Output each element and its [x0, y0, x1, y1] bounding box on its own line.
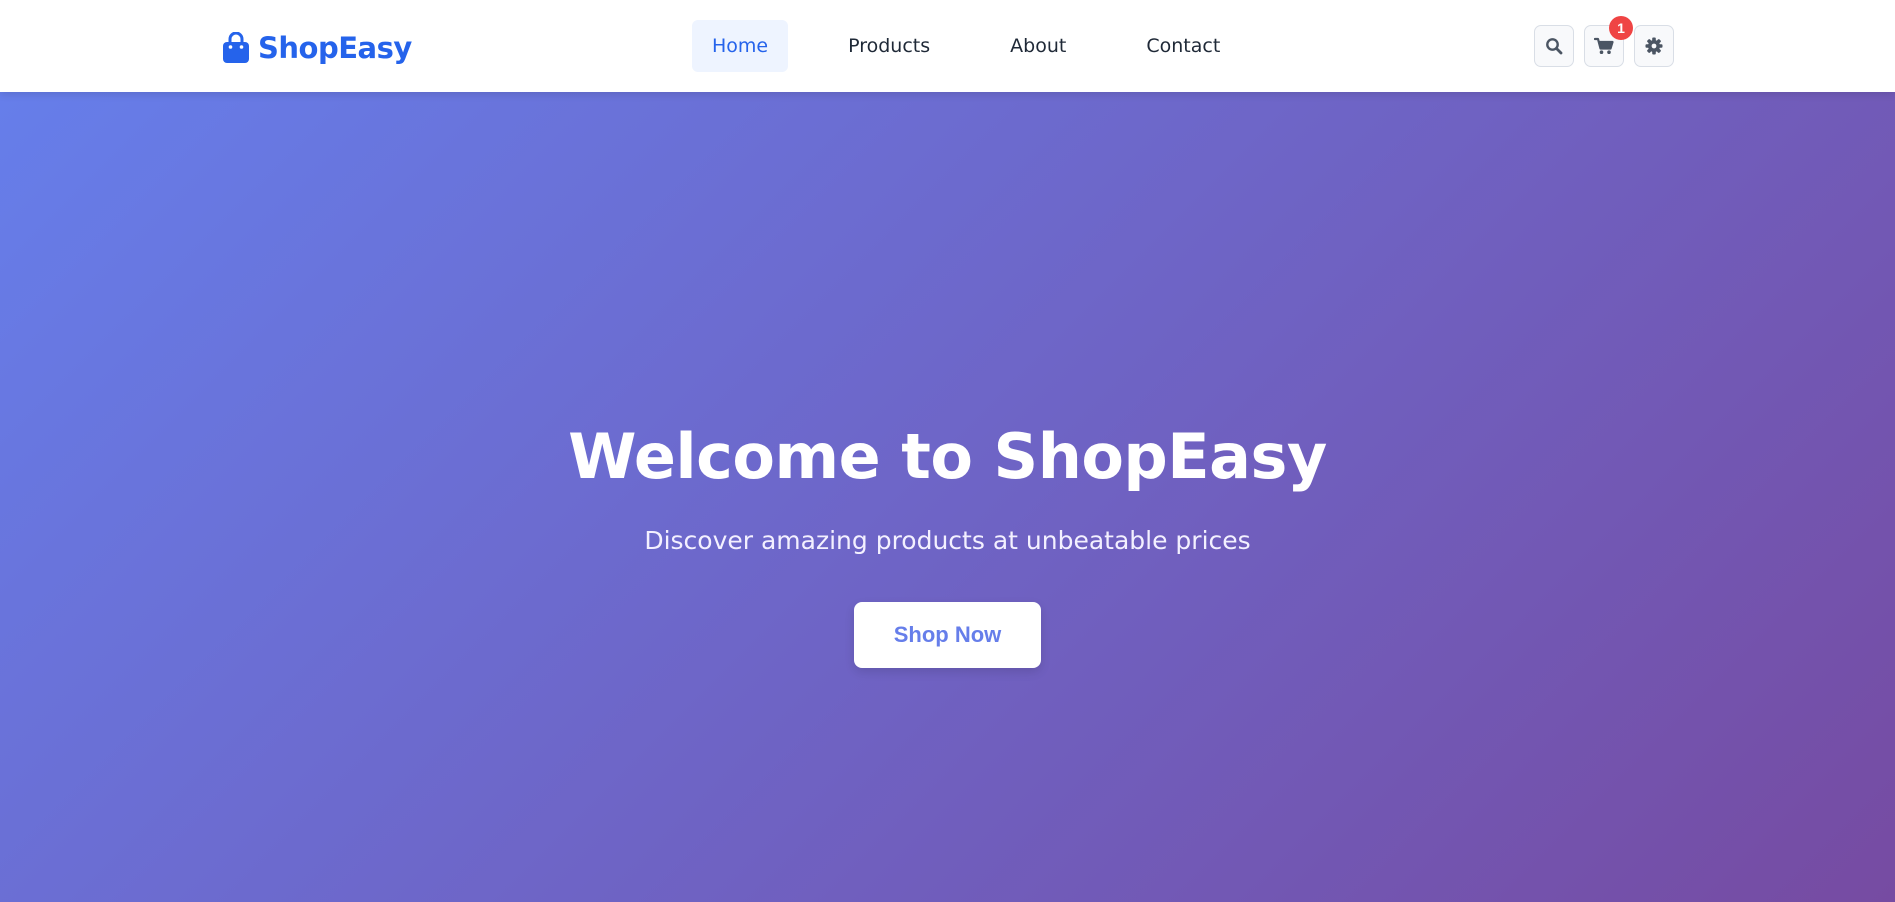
nav-item-products[interactable]: Products — [828, 20, 950, 72]
gear-icon — [1645, 37, 1663, 55]
shopping-bag-icon — [222, 32, 250, 64]
search-icon — [1545, 37, 1563, 55]
nav-item-home[interactable]: Home — [692, 20, 789, 72]
cart-icon — [1594, 37, 1614, 55]
hero-banner: Welcome to ShopEasy Discover amazing pro… — [0, 92, 1895, 902]
logo-text: ShopEasy — [258, 31, 412, 65]
top-navigation-bar: ShopEasy Home Products About Contact 1 — [0, 0, 1895, 92]
nav-item-about[interactable]: About — [990, 20, 1086, 72]
settings-button[interactable] — [1634, 25, 1674, 67]
cart-count-badge: 1 — [1609, 16, 1633, 40]
logo-link[interactable]: ShopEasy — [222, 28, 412, 68]
shop-now-button[interactable]: Shop Now — [854, 602, 1041, 668]
hero-subtitle: Discover amazing products at unbeatable … — [644, 526, 1251, 555]
cart-button[interactable]: 1 — [1584, 16, 1633, 67]
nav-item-contact[interactable]: Contact — [1126, 20, 1240, 72]
hero-title: Welcome to ShopEasy — [568, 420, 1327, 493]
search-button[interactable] — [1534, 25, 1574, 67]
main-nav: Home Products About Contact — [692, 20, 1240, 72]
